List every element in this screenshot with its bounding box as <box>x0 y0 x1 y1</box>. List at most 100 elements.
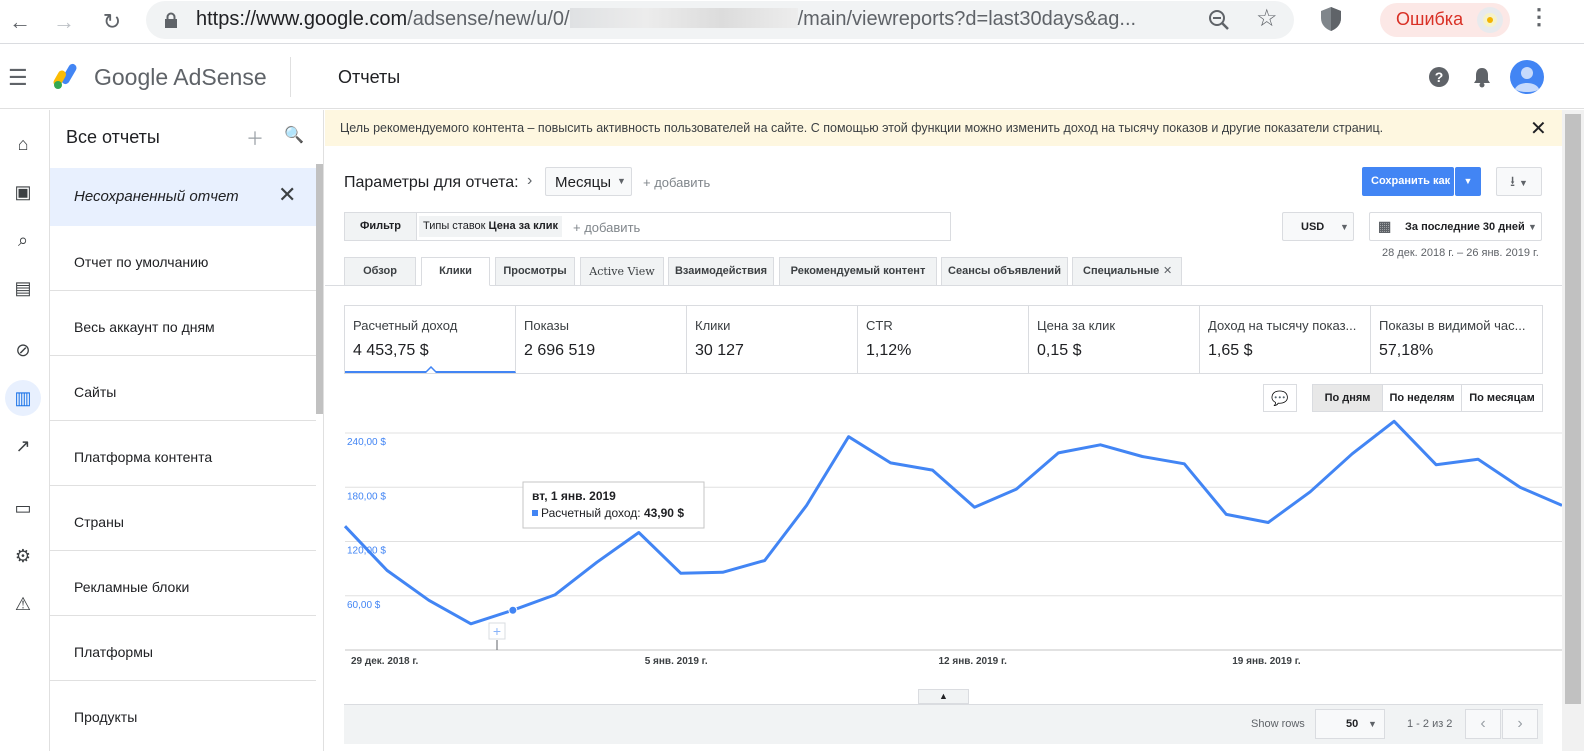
tab-custom[interactable]: Специальные ✕ <box>1072 257 1182 286</box>
sidebar-item-label: Рекламные блоки <box>74 579 190 595</box>
content-icon[interactable]: ▤ <box>5 270 41 306</box>
tab-clicks[interactable]: Клики <box>421 257 490 286</box>
page-scrollbar[interactable] <box>1562 110 1584 751</box>
metric-value: 0,15 $ <box>1037 342 1082 359</box>
sidebar-item-ad-units[interactable]: Рекламные блоки <box>50 559 316 616</box>
optimization-trend-icon[interactable]: ↗ <box>5 428 41 464</box>
sidebar-item-platforms[interactable]: Платформы <box>50 624 316 681</box>
metric-ctr[interactable]: CTR 1,12% <box>858 306 1029 373</box>
dropdown-arrow-icon: ▼ <box>1528 222 1537 232</box>
filter-bar[interactable]: Фильтр Типы ставок Цена за клик + добави… <box>344 212 951 241</box>
close-icon[interactable]: ✕ <box>278 182 296 208</box>
highlighted-data-point[interactable] <box>508 605 518 615</box>
sidebar-item-countries[interactable]: Страны <box>50 494 316 551</box>
next-page-chevron-icon[interactable]: › <box>1502 709 1538 739</box>
avatar-icon <box>1477 7 1503 33</box>
close-tab-icon[interactable]: ✕ <box>1163 258 1172 285</box>
blocking-controls-icon[interactable]: ⊘ <box>5 332 41 368</box>
metric-viewable[interactable]: Показы в видимой час... 57,18% <box>1371 306 1542 373</box>
reload-icon[interactable]: ↻ <box>96 6 128 38</box>
bookmark-star-icon[interactable]: ☆ <box>1256 4 1278 33</box>
address-bar[interactable]: https://www.google.com/adsense/new/u/0//… <box>146 1 1294 39</box>
zoom-icon[interactable] <box>1208 9 1230 31</box>
chevron-right-icon: › <box>527 172 533 189</box>
by-month-button[interactable]: По месяцам <box>1461 384 1543 412</box>
notifications-bell-icon[interactable] <box>1473 66 1491 88</box>
tab-ad-sessions[interactable]: Сеансы объявлений <box>941 257 1068 286</box>
metric-value: 2 696 519 <box>524 342 596 359</box>
shield-extension-icon[interactable] <box>1320 6 1342 32</box>
search-icon[interactable]: 🔍 <box>284 125 304 145</box>
tab-views[interactable]: Просмотры <box>495 257 575 286</box>
metric-value: 4 453,75 $ <box>353 342 429 359</box>
add-dimension-link[interactable]: + добавить <box>643 175 710 190</box>
sidebar-item-sites[interactable]: Сайты <box>50 364 316 421</box>
close-banner-icon[interactable]: ✕ <box>1530 116 1547 141</box>
reports-sidebar: Все отчеты ＋ 🔍 Несохраненный отчет ✕ Отч… <box>50 110 324 751</box>
prev-page-chevron-icon[interactable]: ‹ <box>1465 709 1501 739</box>
ads-icon[interactable]: ▣ <box>5 174 41 210</box>
metric-value: 1,12% <box>866 342 912 359</box>
metric-impressions[interactable]: Показы 2 696 519 <box>516 306 687 373</box>
metric-rpm[interactable]: Доход на тысячу показ... 1,65 $ <box>1200 306 1371 373</box>
annotations-comment-icon[interactable]: 💬 <box>1263 384 1297 412</box>
dropdown-arrow-icon: ▼ <box>1518 178 1528 188</box>
metric-clicks[interactable]: Клики 30 127 <box>687 306 858 373</box>
home-icon[interactable]: ⌂ <box>5 126 41 162</box>
rows-per-page-select[interactable]: 50 ▼ <box>1315 709 1385 739</box>
filter-chip[interactable]: Типы ставок Цена за клик <box>419 216 563 237</box>
feedback-icon[interactable]: ⚠ <box>5 586 41 622</box>
sidebar-item-label: Платформы <box>74 644 153 660</box>
browser-menu-icon[interactable]: ⋮ <box>1528 4 1550 30</box>
by-week-button[interactable]: По неделям <box>1382 384 1462 412</box>
add-report-icon[interactable]: ＋ <box>246 125 264 151</box>
sidebar-item-label: Страны <box>74 514 124 530</box>
metric-label: Расчетный доход <box>353 318 458 333</box>
forward-arrow-icon[interactable]: → <box>48 6 80 38</box>
currency-dropdown[interactable]: USD ▼ <box>1282 212 1354 241</box>
sites-search-icon[interactable]: ⌕ <box>5 222 41 258</box>
add-filter-link[interactable]: + добавить <box>573 220 640 235</box>
help-icon[interactable]: ? <box>1429 67 1449 87</box>
metric-cpc[interactable]: Цена за клик 0,15 $ <box>1029 306 1200 373</box>
date-range-dropdown[interactable]: ▦ За последние 30 дней ▼ <box>1369 212 1542 241</box>
y-axis-labels: 60,00 $120,00 $180,00 $240,00 $ <box>347 437 386 611</box>
save-as-button[interactable]: Сохранить как <box>1362 167 1454 196</box>
x-tick-label: 29 дек. 2018 г. <box>351 656 419 667</box>
tab-active-view[interactable]: Active View <box>580 257 664 286</box>
sidebar-item-account-by-day[interactable]: Весь аккаунт по дням <box>50 299 316 356</box>
earnings-line-chart[interactable]: 60,00 $120,00 $180,00 $240,00 $ 29 дек. … <box>325 415 1562 675</box>
back-arrow-icon[interactable]: ← <box>4 6 36 38</box>
tab-recommended-content[interactable]: Рекомендуемый контент <box>779 257 937 286</box>
metric-label: Показы <box>524 318 569 333</box>
payments-icon[interactable]: ▭ <box>5 490 41 526</box>
add-annotation-marker[interactable]: + <box>488 622 506 650</box>
sidebar-item-content-platform[interactable]: Платформа контента <box>50 429 316 486</box>
dropdown-arrow-icon: ▼ <box>617 176 626 186</box>
filter-label[interactable]: Фильтр <box>345 213 417 240</box>
sidebar-item-default-report[interactable]: Отчет по умолчанию <box>50 234 316 291</box>
reports-icon[interactable]: ▥ <box>5 380 41 416</box>
tab-interactions[interactable]: Взаимодействия <box>668 257 774 286</box>
collapse-chart-toggle-icon[interactable]: ▲ <box>918 689 969 704</box>
page-title: Отчеты <box>338 67 401 87</box>
tab-overview[interactable]: Обзор <box>344 257 416 286</box>
save-options-dropdown-icon[interactable]: ▼ <box>1455 167 1481 196</box>
page-scrollbar-thumb[interactable] <box>1565 114 1581 704</box>
account-avatar-icon[interactable] <box>1510 60 1544 94</box>
svg-text:?: ? <box>1435 69 1444 85</box>
hamburger-menu-icon[interactable]: ☰ <box>8 65 28 91</box>
sidebar-item-unsaved-report[interactable]: Несохраненный отчет ✕ <box>50 168 316 226</box>
download-button[interactable]: ⭳ ▼ <box>1496 167 1542 196</box>
x-tick-label: 5 янв. 2019 г. <box>645 656 708 667</box>
profile-error-button[interactable]: Ошибка <box>1380 3 1510 37</box>
metric-label: Клики <box>695 318 731 333</box>
currency-value: USD <box>1301 221 1325 233</box>
metric-estimated-earnings[interactable]: Расчетный доход 4 453,75 $ <box>345 306 516 373</box>
by-day-button[interactable]: По дням <box>1312 384 1383 412</box>
sidebar-item-products[interactable]: Продукты <box>50 689 316 746</box>
dimension-dropdown[interactable]: Месяцы ▼ <box>545 167 632 196</box>
rows-per-page-value: 50 <box>1346 718 1359 730</box>
settings-gear-icon[interactable]: ⚙ <box>5 538 41 574</box>
sidebar-scrollbar[interactable] <box>316 164 323 414</box>
